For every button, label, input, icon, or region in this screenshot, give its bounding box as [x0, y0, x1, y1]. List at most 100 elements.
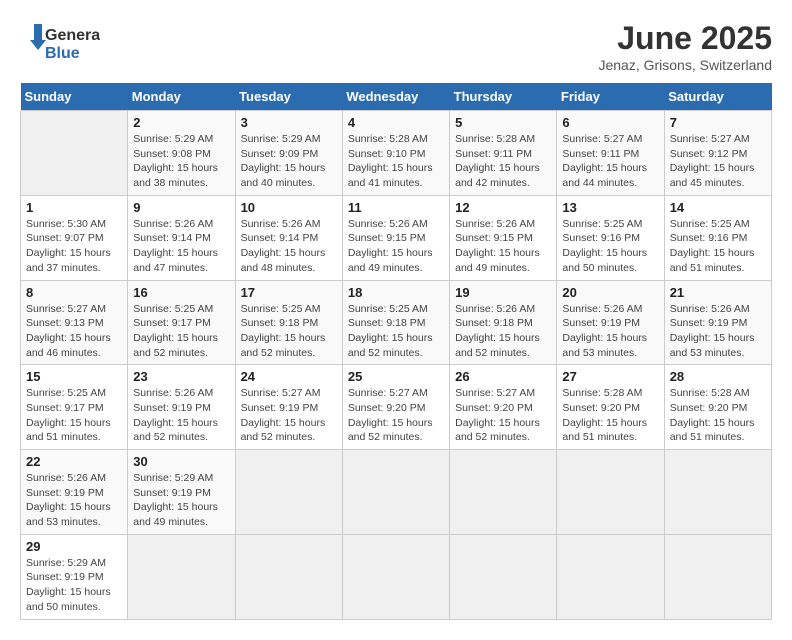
day-info: Sunrise: 5:25 AMSunset: 9:17 PMDaylight:… — [133, 302, 229, 361]
day-number: 7 — [670, 115, 766, 130]
day-number: 15 — [26, 369, 122, 384]
svg-text:General: General — [45, 27, 100, 44]
day-info: Sunrise: 5:26 AMSunset: 9:15 PMDaylight:… — [455, 217, 551, 276]
calendar-table: SundayMondayTuesdayWednesdayThursdayFrid… — [20, 83, 772, 620]
day-info: Sunrise: 5:25 AMSunset: 9:18 PMDaylight:… — [241, 302, 337, 361]
day-info: Sunrise: 5:27 AMSunset: 9:11 PMDaylight:… — [562, 132, 658, 191]
page-header: GeneralBlue June 2025 Jenaz, Grisons, Sw… — [20, 20, 772, 73]
day-number: 20 — [562, 285, 658, 300]
day-info: Sunrise: 5:28 AMSunset: 9:11 PMDaylight:… — [455, 132, 551, 191]
calendar-cell — [128, 534, 235, 619]
day-number: 16 — [133, 285, 229, 300]
day-info: Sunrise: 5:29 AMSunset: 9:19 PMDaylight:… — [133, 471, 229, 530]
calendar-cell: 21 Sunrise: 5:26 AMSunset: 9:19 PMDayligh… — [664, 280, 771, 365]
day-info: Sunrise: 5:25 AMSunset: 9:16 PMDaylight:… — [670, 217, 766, 276]
day-info: Sunrise: 5:29 AMSunset: 9:08 PMDaylight:… — [133, 132, 229, 191]
calendar-cell: 11 Sunrise: 5:26 AMSunset: 9:15 PMDayligh… — [342, 195, 449, 280]
calendar-cell: 20 Sunrise: 5:26 AMSunset: 9:19 PMDayligh… — [557, 280, 664, 365]
calendar-row-2: 8 Sunrise: 5:27 AMSunset: 9:13 PMDaylight… — [21, 280, 772, 365]
day-number: 26 — [455, 369, 551, 384]
calendar-row-3: 15 Sunrise: 5:25 AMSunset: 9:17 PMDayligh… — [21, 365, 772, 450]
day-info: Sunrise: 5:27 AMSunset: 9:12 PMDaylight:… — [670, 132, 766, 191]
calendar-title: June 2025 — [598, 20, 772, 57]
calendar-cell: 4Sunrise: 5:28 AMSunset: 9:10 PMDaylight… — [342, 111, 449, 196]
day-info: Sunrise: 5:26 AMSunset: 9:14 PMDaylight:… — [241, 217, 337, 276]
day-info: Sunrise: 5:27 AMSunset: 9:20 PMDaylight:… — [348, 386, 444, 445]
calendar-cell — [450, 534, 557, 619]
day-number: 10 — [241, 200, 337, 215]
calendar-row-1: 1 Sunrise: 5:30 AMSunset: 9:07 PMDaylight… — [21, 195, 772, 280]
day-number: 22 — [26, 454, 122, 469]
day-info: Sunrise: 5:27 AMSunset: 9:13 PMDaylight:… — [26, 302, 122, 361]
day-number: 21 — [670, 285, 766, 300]
header-wednesday: Wednesday — [342, 83, 449, 111]
calendar-row-0: 2Sunrise: 5:29 AMSunset: 9:08 PMDaylight… — [21, 111, 772, 196]
calendar-cell: 6 Sunrise: 5:27 AMSunset: 9:11 PMDaylight… — [557, 111, 664, 196]
calendar-cell — [664, 534, 771, 619]
day-info: Sunrise: 5:26 AMSunset: 9:15 PMDaylight:… — [348, 217, 444, 276]
day-number: 30 — [133, 454, 229, 469]
day-info: Sunrise: 5:26 AMSunset: 9:19 PMDaylight:… — [133, 386, 229, 445]
header-friday: Friday — [557, 83, 664, 111]
calendar-row-5: 29Sunrise: 5:29 AMSunset: 9:19 PMDayligh… — [21, 534, 772, 619]
day-number: 1 — [26, 200, 122, 215]
calendar-cell: 3 Sunrise: 5:29 AMSunset: 9:09 PMDaylight… — [235, 111, 342, 196]
day-number: 27 — [562, 369, 658, 384]
logo-svg: GeneralBlue — [20, 20, 100, 65]
calendar-cell — [342, 450, 449, 535]
calendar-cell: 19Sunrise: 5:26 AMSunset: 9:18 PMDayligh… — [450, 280, 557, 365]
header-monday: Monday — [128, 83, 235, 111]
day-info: Sunrise: 5:26 AMSunset: 9:19 PMDaylight:… — [26, 471, 122, 530]
calendar-cell — [21, 111, 128, 196]
day-number: 17 — [241, 285, 337, 300]
calendar-cell: 14Sunrise: 5:25 AMSunset: 9:16 PMDayligh… — [664, 195, 771, 280]
calendar-cell: 30 Sunrise: 5:29 AMSunset: 9:19 PMDayligh… — [128, 450, 235, 535]
header-thursday: Thursday — [450, 83, 557, 111]
title-area: June 2025 Jenaz, Grisons, Switzerland — [598, 20, 772, 73]
calendar-cell: 28Sunrise: 5:28 AMSunset: 9:20 PMDayligh… — [664, 365, 771, 450]
day-info: Sunrise: 5:26 AMSunset: 9:14 PMDaylight:… — [133, 217, 229, 276]
calendar-cell: 13Sunrise: 5:25 AMSunset: 9:16 PMDayligh… — [557, 195, 664, 280]
day-info: Sunrise: 5:25 AMSunset: 9:18 PMDaylight:… — [348, 302, 444, 361]
calendar-cell: 17 Sunrise: 5:25 AMSunset: 9:18 PMDayligh… — [235, 280, 342, 365]
calendar-cell: 27 Sunrise: 5:28 AMSunset: 9:20 PMDayligh… — [557, 365, 664, 450]
calendar-cell: 16 Sunrise: 5:25 AMSunset: 9:17 PMDayligh… — [128, 280, 235, 365]
calendar-cell: 25 Sunrise: 5:27 AMSunset: 9:20 PMDayligh… — [342, 365, 449, 450]
calendar-cell: 18Sunrise: 5:25 AMSunset: 9:18 PMDayligh… — [342, 280, 449, 365]
day-number: 24 — [241, 369, 337, 384]
day-number: 25 — [348, 369, 444, 384]
day-info: Sunrise: 5:30 AMSunset: 9:07 PMDaylight:… — [26, 217, 122, 276]
day-info: Sunrise: 5:27 AMSunset: 9:20 PMDaylight:… — [455, 386, 551, 445]
calendar-cell: 23 Sunrise: 5:26 AMSunset: 9:19 PMDayligh… — [128, 365, 235, 450]
calendar-cell: 26 Sunrise: 5:27 AMSunset: 9:20 PMDayligh… — [450, 365, 557, 450]
calendar-cell: 29Sunrise: 5:29 AMSunset: 9:19 PMDayligh… — [21, 534, 128, 619]
day-number: 11 — [348, 200, 444, 215]
calendar-subtitle: Jenaz, Grisons, Switzerland — [598, 57, 772, 73]
day-info: Sunrise: 5:27 AMSunset: 9:19 PMDaylight:… — [241, 386, 337, 445]
day-info: Sunrise: 5:28 AMSunset: 9:20 PMDaylight:… — [670, 386, 766, 445]
day-number: 29 — [26, 539, 122, 554]
svg-text:Blue: Blue — [45, 45, 80, 62]
day-info: Sunrise: 5:26 AMSunset: 9:19 PMDaylight:… — [670, 302, 766, 361]
day-info: Sunrise: 5:26 AMSunset: 9:19 PMDaylight:… — [562, 302, 658, 361]
calendar-cell — [450, 450, 557, 535]
calendar-cell: 8 Sunrise: 5:27 AMSunset: 9:13 PMDaylight… — [21, 280, 128, 365]
day-number: 3 — [241, 115, 337, 130]
day-info: Sunrise: 5:28 AMSunset: 9:20 PMDaylight:… — [562, 386, 658, 445]
calendar-cell — [557, 534, 664, 619]
day-number: 8 — [26, 285, 122, 300]
day-info: Sunrise: 5:29 AMSunset: 9:09 PMDaylight:… — [241, 132, 337, 191]
calendar-header-row: SundayMondayTuesdayWednesdayThursdayFrid… — [21, 83, 772, 111]
calendar-cell: 15 Sunrise: 5:25 AMSunset: 9:17 PMDayligh… — [21, 365, 128, 450]
day-info: Sunrise: 5:25 AMSunset: 9:16 PMDaylight:… — [562, 217, 658, 276]
day-number: 23 — [133, 369, 229, 384]
day-number: 19 — [455, 285, 551, 300]
calendar-cell: 22 Sunrise: 5:26 AMSunset: 9:19 PMDayligh… — [21, 450, 128, 535]
day-number: 6 — [562, 115, 658, 130]
day-number: 12 — [455, 200, 551, 215]
day-info: Sunrise: 5:25 AMSunset: 9:17 PMDaylight:… — [26, 386, 122, 445]
calendar-cell — [235, 450, 342, 535]
calendar-cell: 12 Sunrise: 5:26 AMSunset: 9:15 PMDayligh… — [450, 195, 557, 280]
calendar-cell — [557, 450, 664, 535]
header-tuesday: Tuesday — [235, 83, 342, 111]
